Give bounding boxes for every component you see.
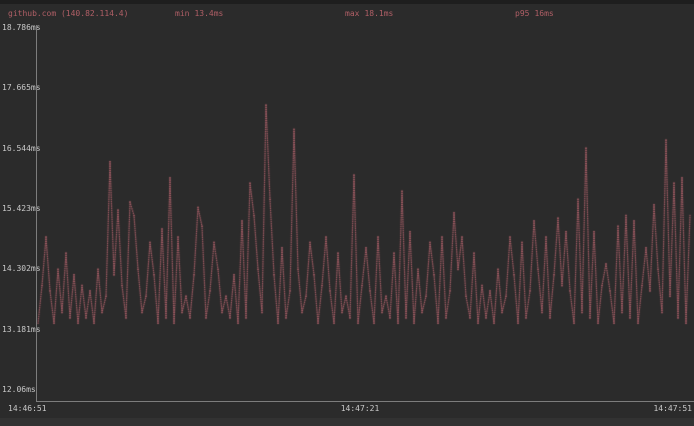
y-axis-tick: 14.302ms [2,264,46,274]
top-border-strip [0,0,694,4]
x-axis-tick-middle: 14:47:21 [330,404,390,414]
host-label: github.com (140.82.114.4) [8,9,128,19]
stat-p95-value: 16ms [534,9,553,18]
x-axis-line [36,401,694,402]
bottom-border-strip [0,418,694,426]
stat-p95: p95 16ms [515,9,554,19]
stat-max: max 18.1ms [345,9,393,19]
y-axis-tick: 17.665ms [2,83,46,93]
y-axis-tick: 12.06ms [2,385,46,395]
latency-plot [0,0,694,426]
stat-min-label: min [175,9,189,18]
y-axis-tick: 16.544ms [2,144,46,154]
stat-min: min 13.4ms [175,9,223,19]
stat-p95-label: p95 [515,9,529,18]
stat-max-value: 18.1ms [364,9,393,18]
x-axis-tick-end: 14:47:51 [653,404,692,414]
y-axis-tick: 13.181ms [2,325,46,335]
y-axis-tick: 15.423ms [2,204,46,214]
y-axis-tick: 18.786ms [2,23,46,33]
y-axis-line [36,25,37,402]
stat-min-value: 13.4ms [194,9,223,18]
stat-max-label: max [345,9,359,18]
gping-terminal-screen: github.com (140.82.114.4) min 13.4ms max 1… [0,0,694,426]
x-axis-tick-start: 14:46:51 [8,404,47,414]
